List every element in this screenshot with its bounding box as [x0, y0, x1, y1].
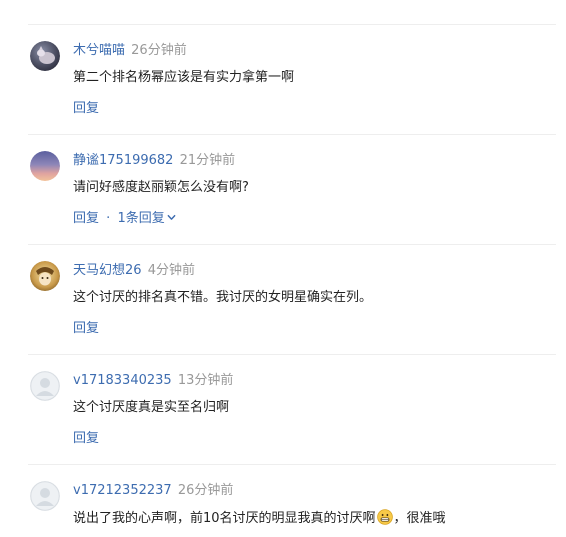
comment-item: 静谧175199682 21分钟前 请问好感度赵丽颖怎么没有啊? 回复 · 1条… [28, 135, 556, 245]
comment-text: 请问好感度赵丽颖怎么没有啊? [73, 180, 249, 195]
username-link[interactable]: 静谧175199682 [73, 153, 173, 168]
timestamp: 21分钟前 [179, 153, 236, 168]
comment-list-page: 木兮喵喵 26分钟前 第二个排名杨幂应该是有实力拿第一啊 回复 静谧175199… [0, 0, 566, 537]
comment-actions: 回复 [73, 320, 99, 338]
reply-button[interactable]: 回复 [73, 101, 99, 116]
comment-text: 说出了我的心声啊，前10名讨厌的明显我真的讨厌啊 ，很准哦 [73, 509, 446, 528]
timestamp: 4分钟前 [147, 263, 195, 278]
comment-text: 这个讨厌度真是实至名归啊 [73, 400, 230, 415]
username-link[interactable]: v17212352237 [73, 483, 172, 498]
comment-actions: 回复 [73, 100, 99, 118]
user-avatar-cat-icon[interactable] [30, 41, 60, 71]
chevron-down-icon [167, 214, 176, 220]
comment-text: 这个讨厌的排名真不错。我讨厌的女明星确实在列。 [73, 290, 373, 305]
comment-text: 第二个排名杨幂应该是有实力拿第一啊 [73, 70, 295, 85]
default-avatar-icon[interactable] [30, 371, 60, 401]
timestamp: 13分钟前 [177, 373, 234, 388]
reply-button[interactable]: 回复 [73, 321, 99, 336]
comment-meta: 木兮喵喵 26分钟前 [73, 42, 187, 60]
comment-text-part: 说出了我的心声啊，前10名讨厌的明显我真的讨厌啊 [73, 511, 376, 526]
comment-text-part: ，很准哦 [393, 511, 446, 526]
comment-item: 天马幻想26 4分钟前 这个讨厌的排名真不错。我讨厌的女明星确实在列。 回复 [28, 245, 556, 355]
timestamp: 26分钟前 [131, 43, 187, 58]
reply-button[interactable]: 回复 [73, 431, 99, 446]
user-avatar-sunset-icon[interactable] [30, 151, 60, 181]
comment-meta: v17212352237 26分钟前 [73, 482, 233, 500]
comment-meta: v17183340235 13分钟前 [73, 372, 233, 390]
timestamp: 26分钟前 [177, 483, 234, 498]
grimace-emoji-icon [376, 509, 393, 525]
comment-actions: 回复 [73, 430, 99, 448]
username-link[interactable]: 木兮喵喵 [73, 43, 125, 58]
reply-button[interactable]: 回复 [73, 211, 99, 226]
view-replies-button[interactable]: 1条回复 [117, 211, 176, 226]
comment-actions: 回复 · 1条回复 [73, 210, 176, 228]
comment-item: v17212352237 26分钟前 说出了我的心声啊，前10名讨厌的明显我真的… [28, 465, 556, 537]
comment-item: v17183340235 13分钟前 这个讨厌度真是实至名归啊 回复 [28, 355, 556, 465]
comment-item: 木兮喵喵 26分钟前 第二个排名杨幂应该是有实力拿第一啊 回复 [28, 25, 556, 135]
username-link[interactable]: v17183340235 [73, 373, 172, 388]
action-separator: · [106, 211, 111, 226]
username-link[interactable]: 天马幻想26 [73, 263, 142, 278]
reply-count-label: 1条回复 [117, 211, 165, 226]
comment-meta: 静谧175199682 21分钟前 [73, 152, 235, 170]
user-avatar-anime-icon[interactable] [30, 261, 60, 291]
comment-meta: 天马幻想26 4分钟前 [73, 262, 195, 280]
default-avatar-icon[interactable] [30, 481, 60, 511]
